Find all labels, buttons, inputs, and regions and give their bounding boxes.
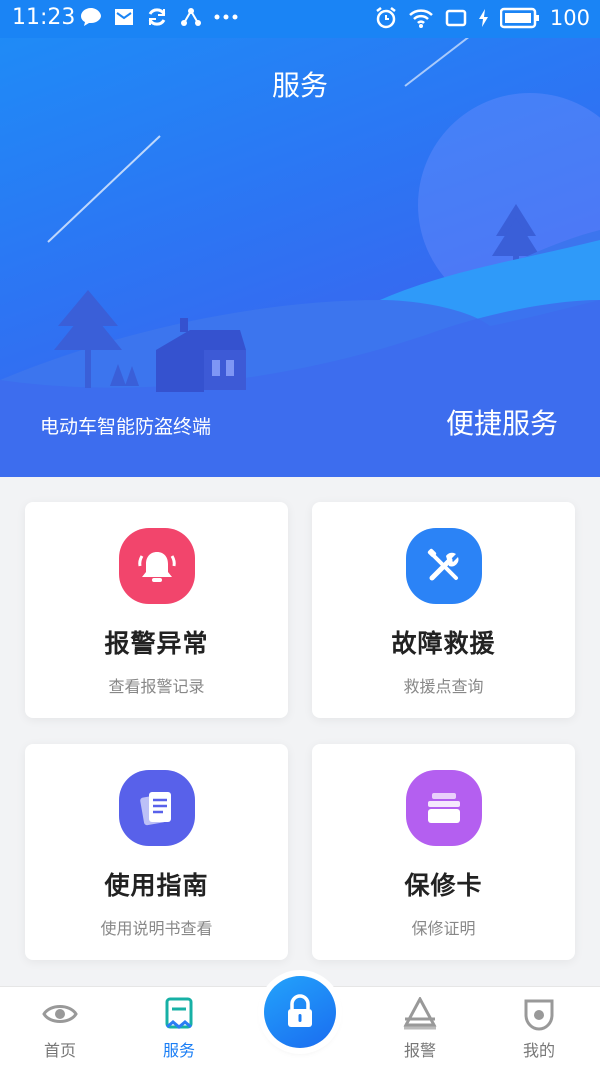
nav-label: 我的	[522, 1041, 555, 1060]
nav-item-home[interactable]: 首页	[15, 987, 105, 1068]
nav-label: 首页	[43, 1041, 76, 1060]
chat-bubble-icon	[81, 8, 101, 26]
status-bar: 11:23 100	[0, 0, 600, 38]
status-time: 11:23	[12, 5, 76, 30]
nav-label: 报警	[403, 1041, 436, 1060]
lock-button[interactable]	[264, 976, 336, 1048]
service-subtitle: 查看报警记录	[108, 677, 205, 696]
sync-icon	[148, 8, 166, 26]
alarm-triangle-icon	[403, 997, 437, 1030]
screen-icon	[445, 9, 467, 27]
mail-icon	[115, 9, 133, 25]
service-card-alarm[interactable]: 报警异常 查看报警记录	[25, 502, 288, 718]
hero-subtitle: 电动车智能防盗终端	[40, 416, 212, 438]
service-card-warranty[interactable]: 保修卡 保修证明	[312, 744, 575, 960]
nav-item-alarm[interactable]: 报警	[375, 987, 465, 1068]
service-title: 报警异常	[104, 629, 209, 658]
more-dots-icon	[214, 14, 238, 20]
hero-tagline: 便捷服务	[445, 407, 558, 440]
service-bookmark-icon	[165, 997, 193, 1029]
guide-document-icon	[119, 770, 195, 846]
service-subtitle: 救援点查询	[403, 677, 484, 696]
wifi-icon	[409, 9, 433, 28]
repair-tools-icon	[406, 528, 482, 604]
nav-label: 服务	[162, 1041, 195, 1060]
share-icon	[181, 8, 201, 26]
nav-item-service[interactable]: 服务	[134, 987, 224, 1068]
service-subtitle: 保修证明	[411, 919, 476, 938]
service-card-guide[interactable]: 使用指南 使用说明书查看	[25, 744, 288, 960]
charging-icon	[478, 9, 488, 27]
battery-level: 100	[549, 6, 590, 30]
battery-icon	[499, 7, 539, 29]
lock-icon	[288, 994, 312, 1027]
service-title: 保修卡	[404, 871, 483, 900]
profile-shield-icon	[524, 999, 554, 1031]
service-card-rescue[interactable]: 故障救援 救援点查询	[312, 502, 575, 718]
alarm-clock-icon	[376, 7, 396, 29]
warranty-card-icon	[406, 770, 482, 846]
service-subtitle: 使用说明书查看	[100, 919, 213, 938]
nav-item-mine[interactable]: 我的	[494, 987, 584, 1068]
page-title: 服务	[271, 69, 328, 102]
service-title: 使用指南	[104, 871, 209, 900]
service-title: 故障救援	[391, 629, 496, 658]
hero-banner: 服务 电动车智能防盗终端 便捷服务	[0, 0, 600, 477]
alarm-bell-icon	[119, 528, 195, 604]
eye-icon	[42, 1005, 78, 1023]
